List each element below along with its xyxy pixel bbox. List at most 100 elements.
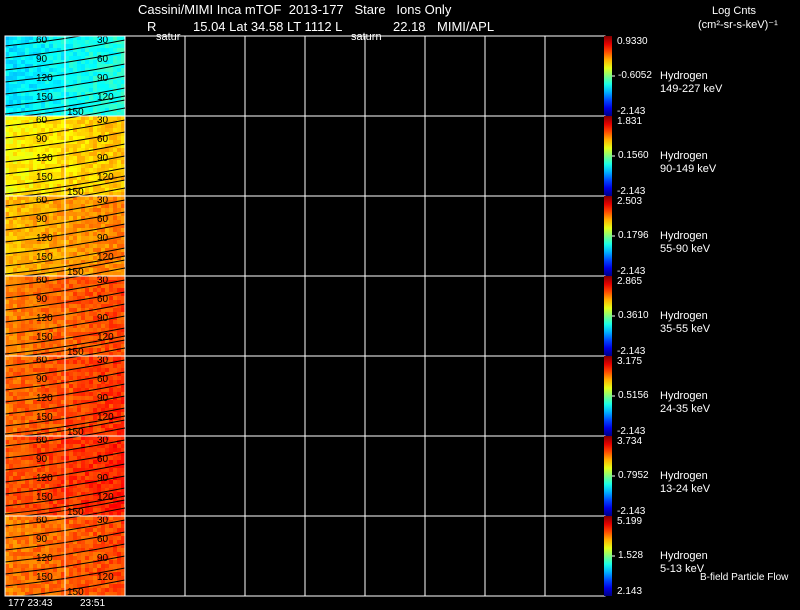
heatmap-cell — [89, 188, 93, 192]
heatmap-cell — [25, 496, 29, 500]
heatmap-cell — [117, 72, 121, 76]
heatmap-cell — [61, 168, 65, 172]
heatmap-cell — [25, 184, 29, 188]
heatmap-cell — [13, 408, 17, 412]
heatmap-cell — [29, 492, 33, 496]
heatmap-cell — [113, 456, 117, 460]
heatmap-cell — [9, 560, 13, 564]
heatmap-cell — [77, 360, 81, 364]
heatmap-cell — [117, 140, 121, 144]
heatmap-cell — [57, 240, 61, 244]
heatmap-cell — [69, 572, 73, 576]
heatmap-cell — [13, 508, 17, 512]
heatmap-cell — [21, 336, 25, 340]
heatmap-cell — [13, 520, 17, 524]
heatmap-cell — [49, 116, 53, 120]
heatmap-cell — [57, 592, 61, 596]
heatmap-cell — [61, 304, 65, 308]
heatmap-cell — [73, 88, 77, 92]
heatmap-cell — [13, 528, 17, 532]
heatmap-cell — [117, 124, 121, 128]
heatmap-cell — [29, 92, 33, 96]
heatmap-cell — [113, 60, 117, 64]
heatmap-cell — [29, 528, 33, 532]
heatmap-cell — [53, 388, 57, 392]
heatmap-cell — [97, 528, 101, 532]
heatmap-cell — [89, 460, 93, 464]
heatmap-cell — [17, 260, 21, 264]
heatmap-cell — [93, 288, 97, 292]
heatmap-cell — [73, 372, 77, 376]
heatmap-cell — [53, 468, 57, 472]
heatmap-cell — [13, 304, 17, 308]
heatmap-cell — [69, 236, 73, 240]
heatmap-cell — [121, 284, 125, 288]
heatmap-cell — [105, 368, 109, 372]
heatmap-cell — [13, 316, 17, 320]
heatmap-cell — [29, 416, 33, 420]
heatmap-cell — [25, 560, 29, 564]
heatmap-cell — [9, 580, 13, 584]
heatmap-cell — [81, 52, 85, 56]
heatmap-cell — [53, 400, 57, 404]
heatmap-cell — [69, 456, 73, 460]
heatmap-cell — [49, 104, 53, 108]
heatmap-cell — [13, 224, 17, 228]
heatmap-cell — [77, 548, 81, 552]
heatmap-cell — [61, 412, 65, 416]
heatmap-cell — [9, 240, 13, 244]
heatmap-cell — [121, 56, 125, 60]
heatmap-cell — [109, 504, 113, 508]
heatmap-cell — [69, 372, 73, 376]
heatmap-cell — [109, 152, 113, 156]
heatmap-cell — [85, 196, 89, 200]
heatmap-cell — [25, 136, 29, 140]
heatmap-cell — [33, 288, 37, 292]
heatmap-cell — [9, 500, 13, 504]
heatmap-cell — [21, 88, 25, 92]
heatmap-cell — [53, 56, 57, 60]
heatmap-cell — [21, 340, 25, 344]
heatmap-cell — [5, 100, 9, 104]
heatmap-cell — [37, 308, 41, 312]
heatmap-cell — [73, 148, 77, 152]
heatmap-cell — [49, 588, 53, 592]
heatmap-cell — [45, 588, 49, 592]
heatmap-cell — [117, 536, 121, 540]
heatmap-cell — [13, 460, 17, 464]
heatmap-cell — [113, 264, 117, 268]
heatmap-cell — [29, 376, 33, 380]
heatmap-cell — [57, 260, 61, 264]
heatmap-cell — [77, 132, 81, 136]
heatmap-cell — [117, 312, 121, 316]
heatmap-cell — [89, 520, 93, 524]
heatmap-cell — [9, 552, 13, 556]
heatmap-cell — [117, 584, 121, 588]
heatmap-cell — [9, 112, 13, 116]
heatmap-cell — [45, 288, 49, 292]
heatmap-cell — [81, 300, 85, 304]
heatmap-cell — [25, 344, 29, 348]
heatmap-cell — [49, 456, 53, 460]
heatmap-cell — [117, 252, 121, 256]
heatmap-cell — [85, 488, 89, 492]
heatmap-cell — [85, 532, 89, 536]
heatmap-cell — [81, 496, 85, 500]
heatmap-cell — [17, 144, 21, 148]
heatmap-cell — [57, 136, 61, 140]
heatmap-cell — [5, 236, 9, 240]
energy-range-label: 90-149 keV — [660, 163, 717, 175]
heatmap-cell — [81, 152, 85, 156]
heatmap-cell — [57, 572, 61, 576]
heatmap-cell — [25, 516, 29, 520]
heatmap-cell — [85, 580, 89, 584]
heatmap-cell — [9, 180, 13, 184]
heatmap-cell — [113, 404, 117, 408]
heatmap-cell — [81, 48, 85, 52]
heatmap-cell — [121, 216, 125, 220]
heatmap-cell — [69, 124, 73, 128]
heatmap-cell — [113, 444, 117, 448]
heatmap-cell — [49, 324, 53, 328]
heatmap-cell — [81, 40, 85, 44]
heatmap-cell — [17, 540, 21, 544]
